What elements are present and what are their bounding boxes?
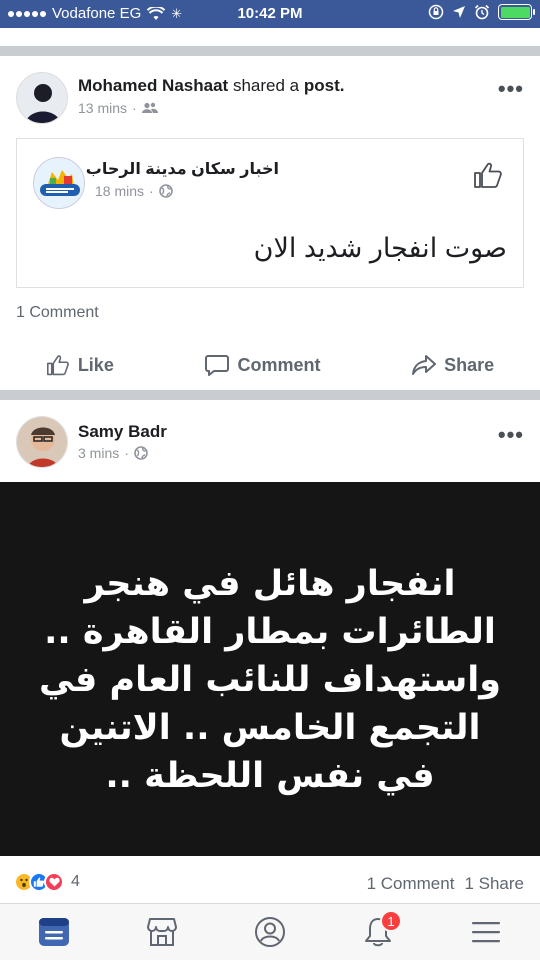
comment-icon — [205, 355, 230, 376]
menu-icon — [472, 922, 500, 943]
love-reaction-icon — [44, 872, 64, 892]
author-name[interactable]: Samy Badr — [78, 422, 167, 441]
shared-post-text: صوت انفجار شديد الان — [253, 233, 507, 263]
like-button[interactable]: Like — [46, 354, 114, 376]
comments-count[interactable]: 1 Comment — [367, 874, 455, 894]
friends-icon — [141, 102, 158, 113]
share-label: Share — [444, 354, 495, 375]
comment-label: Comment — [237, 354, 321, 375]
bottom-tab-bar: 1 — [0, 903, 540, 960]
alarm-icon — [474, 4, 490, 20]
location-icon — [453, 6, 465, 18]
rotation-lock-icon — [428, 4, 444, 20]
post-options-button[interactable]: ••• — [498, 422, 524, 448]
post-options-button[interactable]: ••• — [498, 76, 524, 102]
globe-icon — [134, 446, 148, 460]
news-feed-icon — [39, 918, 69, 946]
like-label: Like — [77, 354, 114, 375]
feed-divider — [0, 46, 540, 56]
tab-notifications[interactable]: 1 — [358, 910, 402, 952]
feed-divider — [0, 390, 540, 400]
post-image[interactable]: انفجار هائل في هنجر الطائرات بمطار القاه… — [0, 482, 540, 856]
feed-post-shared: Mohamed Nashaat shared a post. 13 mins ·… — [0, 56, 540, 390]
post-time[interactable]: 13 mins — [78, 100, 127, 116]
globe-icon — [158, 184, 173, 198]
status-bar: Vodafone EG ✳ 10:42 PM — [0, 0, 540, 28]
comment-button[interactable]: Comment — [205, 354, 321, 376]
share-button[interactable]: Share — [412, 354, 494, 376]
avatar[interactable] — [16, 416, 68, 468]
shared-post-time[interactable]: 18 mins — [95, 183, 144, 199]
shared-post-card[interactable]: اخبار سكان مدينة الرحاب 18 mins · صوت ان… — [16, 138, 524, 288]
page-like-button[interactable] — [473, 161, 503, 194]
thumbs-up-icon — [474, 162, 502, 188]
reactions-summary[interactable]: 4 — [14, 872, 80, 892]
comment-count[interactable]: 1 Comment — [16, 304, 99, 322]
post-meta: 3 mins · — [78, 445, 148, 461]
notification-badge: 1 — [380, 910, 402, 932]
previous-post-strip — [0, 28, 540, 46]
post-actions: Like Comment Share — [0, 343, 540, 387]
post-meta: 13 mins · — [78, 100, 158, 116]
reaction-count: 4 — [71, 873, 80, 890]
tab-news-feed[interactable] — [34, 912, 74, 952]
share-icon — [412, 355, 437, 375]
image-text: انفجار هائل في هنجر الطائرات بمطار القاه… — [38, 564, 502, 796]
avatar[interactable] — [16, 72, 68, 124]
tab-profile[interactable] — [250, 912, 290, 952]
thumbs-up-icon — [46, 355, 69, 376]
marketplace-icon — [147, 918, 177, 946]
author-name[interactable]: Mohamed Nashaat — [78, 76, 228, 95]
shared-object-link[interactable]: post. — [304, 76, 345, 95]
tab-menu[interactable] — [466, 912, 506, 952]
post-stats: 1 Comment 1 Share — [367, 874, 524, 894]
page-name[interactable]: اخبار سكان مدينة الرحاب — [86, 159, 279, 179]
share-action-text: shared a — [232, 76, 300, 95]
battery-icon — [498, 4, 535, 20]
page-avatar[interactable] — [33, 157, 85, 209]
shares-count[interactable]: 1 Share — [464, 874, 524, 894]
post-time[interactable]: 3 mins — [78, 445, 119, 461]
shared-post-meta: 18 mins · — [95, 183, 173, 199]
tab-marketplace[interactable] — [142, 912, 182, 952]
profile-icon — [255, 917, 285, 947]
